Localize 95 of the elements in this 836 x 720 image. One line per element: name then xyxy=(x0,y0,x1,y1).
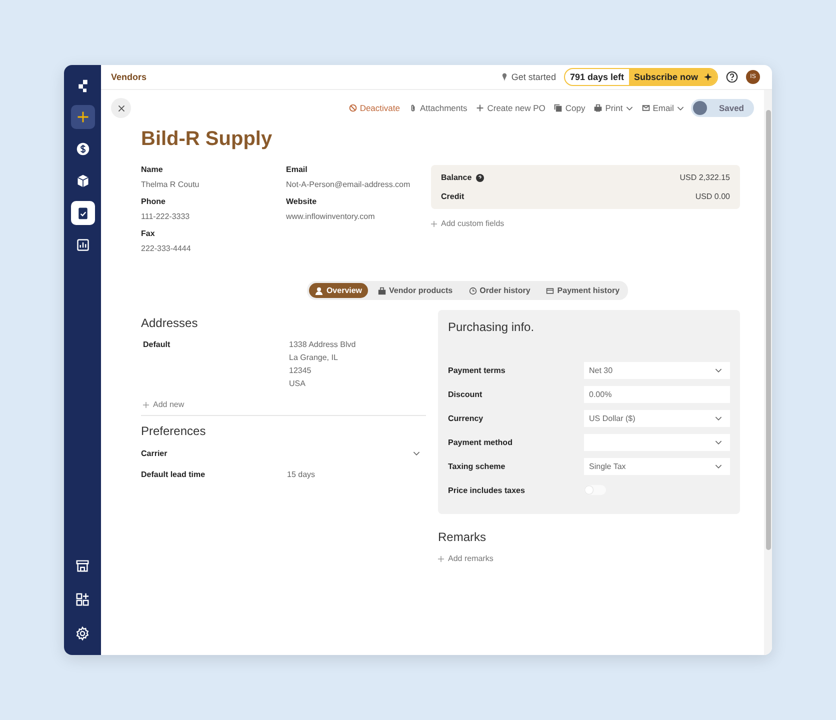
sparkle-icon xyxy=(704,73,712,81)
box-icon xyxy=(76,174,90,188)
address-line: 1338 Address Blvd xyxy=(289,340,356,349)
field-label: Taxing scheme xyxy=(448,462,506,470)
field-label: Currency xyxy=(448,414,484,422)
section-title: Remarks xyxy=(438,530,488,544)
printer-icon xyxy=(594,104,602,112)
chevron-down-icon xyxy=(715,440,722,444)
dollar-icon xyxy=(76,142,90,156)
chevron-down-icon xyxy=(715,416,722,420)
pin-icon xyxy=(501,72,508,82)
field-label: Payment method xyxy=(448,438,514,446)
select-field[interactable]: US Dollar ($) xyxy=(584,410,730,426)
chart-icon xyxy=(76,238,90,252)
deactivate-button[interactable]: Deactivate xyxy=(346,103,402,113)
address-label: Default xyxy=(143,340,172,351)
add-remarks-link[interactable]: Add remarks xyxy=(438,554,740,563)
chevron-down-icon xyxy=(715,464,722,468)
help-icon[interactable] xyxy=(476,174,484,182)
tab[interactable]: Overview xyxy=(309,283,368,298)
card-icon xyxy=(546,286,554,294)
input-field[interactable]: 0.00% xyxy=(584,386,730,402)
address-line: La Grange, IL xyxy=(289,353,339,362)
copy-icon xyxy=(554,104,562,112)
create-po-button[interactable]: Create new PO xyxy=(474,103,548,113)
preference-label: Default lead time xyxy=(141,470,206,479)
preference-label: Carrier xyxy=(141,448,168,458)
plus-icon xyxy=(143,402,149,408)
add-custom-fields-link[interactable]: Add custom fields xyxy=(431,219,740,228)
field-label: Price includes taxes xyxy=(448,486,526,494)
add-address-link[interactable]: Add new xyxy=(143,400,426,409)
plus-icon xyxy=(476,104,484,112)
chevron-down-icon xyxy=(676,106,684,110)
attachments-button[interactable]: Attachments xyxy=(406,103,470,113)
person-icon xyxy=(315,286,324,294)
select-field[interactable]: Single Tax xyxy=(584,458,730,474)
page-title: Vendors xyxy=(111,72,147,82)
logo-icon xyxy=(76,79,90,93)
clock-icon xyxy=(468,286,477,294)
select-field[interactable]: Net 30 xyxy=(584,362,730,378)
close-icon xyxy=(118,104,124,112)
close-button[interactable] xyxy=(111,98,131,118)
field-value: Not-A-Person@email-address.com xyxy=(286,180,412,189)
email-button[interactable]: Email xyxy=(640,103,686,113)
chevron-down-icon xyxy=(715,368,722,372)
clipboard-icon xyxy=(76,206,90,220)
chevron-down-icon xyxy=(626,106,633,110)
field-label: Payment terms xyxy=(448,366,506,374)
field-label: Email xyxy=(286,165,308,174)
field-label: Phone xyxy=(141,197,166,206)
vendor-name: Bild-R Supply xyxy=(141,128,274,151)
toggle-switch[interactable] xyxy=(584,485,606,495)
help-icon[interactable] xyxy=(726,71,738,83)
boxes-icon xyxy=(378,286,386,294)
ban-icon xyxy=(348,104,357,112)
section-title: Addresses xyxy=(141,316,199,330)
field-value: 222-333-4444 xyxy=(141,244,192,253)
days-left-text: 791 days left xyxy=(568,72,625,82)
address-line: 12345 xyxy=(289,366,312,375)
preference-value: 15 days xyxy=(287,470,316,479)
store-icon xyxy=(75,558,90,572)
field-label: Website xyxy=(286,197,318,206)
print-button[interactable]: Print xyxy=(592,103,635,113)
tab[interactable]: Payment history xyxy=(540,283,626,298)
settings-icon xyxy=(75,626,90,640)
plus-icon xyxy=(76,110,90,124)
card-title: Purchasing info. xyxy=(448,320,536,334)
field-value: Thelma R Coutu xyxy=(141,180,200,189)
select-field[interactable] xyxy=(584,434,730,450)
get-started-link[interactable]: Get started xyxy=(501,72,556,82)
balance-value: USD 2,322.15 xyxy=(680,173,730,182)
section-title: Preferences xyxy=(141,424,207,438)
field-label: Name xyxy=(141,165,164,174)
subscribe-button[interactable]: Subscribe now xyxy=(628,69,717,85)
tab[interactable]: Order history xyxy=(462,283,536,298)
balance-label: Credit xyxy=(441,192,464,201)
chevron-down-icon xyxy=(413,450,420,456)
balance-value: USD 0.00 xyxy=(695,192,730,201)
apps-icon xyxy=(75,592,90,606)
saved-toggle[interactable]: Saved xyxy=(690,99,754,117)
field-value: 111-222-3333 xyxy=(141,212,191,221)
balance-label: Balance xyxy=(441,173,472,182)
paperclip-icon xyxy=(408,104,417,112)
copy-button[interactable]: Copy xyxy=(552,103,588,113)
address-line: USA xyxy=(289,379,306,388)
plus-icon xyxy=(438,556,444,562)
tab[interactable]: Vendor products xyxy=(372,283,459,298)
purchasing-button[interactable] xyxy=(70,201,94,225)
plus-icon xyxy=(431,220,437,226)
field-label: Fax xyxy=(141,229,156,238)
field-label: Discount xyxy=(448,390,484,398)
field-value: www.inflowinventory.com xyxy=(286,212,376,221)
new-item-button[interactable] xyxy=(70,105,94,129)
mail-icon xyxy=(642,104,650,112)
scrollbar[interactable] xyxy=(764,90,772,655)
